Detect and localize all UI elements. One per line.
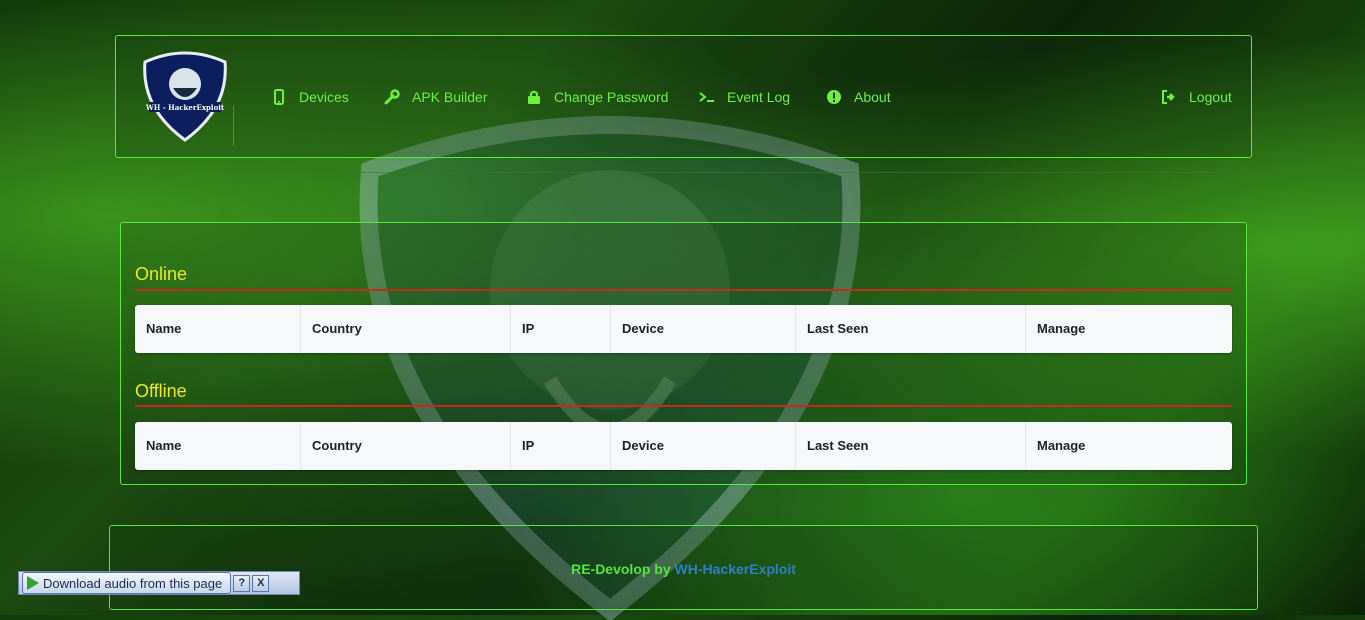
footer: RE-Devolop by WH-HackerExploit xyxy=(109,525,1258,610)
column-header-country[interactable]: Country xyxy=(301,422,511,470)
nav-logout[interactable]: Logout xyxy=(1161,89,1232,105)
nav-change-password-label: Change Password xyxy=(554,89,669,105)
column-header-device[interactable]: Device xyxy=(611,305,796,353)
offline-table-header: Name Country IP Device Last Seen Manage xyxy=(135,422,1232,470)
footer-credit-link[interactable]: WH-HackerExploit xyxy=(675,561,796,577)
header-navbar: WH - HackerExploit Devices APK Builder C… xyxy=(115,35,1252,158)
column-header-name[interactable]: Name xyxy=(135,422,301,470)
column-header-ip[interactable]: IP xyxy=(511,422,611,470)
help-button[interactable]: ? xyxy=(233,574,251,592)
terminal-icon xyxy=(699,89,715,105)
lock-icon xyxy=(526,89,542,105)
offline-title: Offline xyxy=(135,381,187,401)
nav-devices-label: Devices xyxy=(299,89,349,105)
column-header-device[interactable]: Device xyxy=(611,422,796,470)
wrench-icon xyxy=(384,89,400,105)
nav-devices[interactable]: Devices xyxy=(271,89,349,105)
column-header-country[interactable]: Country xyxy=(301,305,511,353)
nav-about[interactable]: About xyxy=(826,89,891,105)
play-icon xyxy=(27,576,39,590)
nav-change-password[interactable]: Change Password xyxy=(526,89,668,105)
footer-credit-text: RE-Devolop by xyxy=(571,561,675,577)
close-button[interactable]: X xyxy=(252,574,270,592)
online-title: Online xyxy=(135,264,188,284)
nav-event-log-label: Event Log xyxy=(727,89,791,105)
column-header-ip[interactable]: IP xyxy=(511,305,611,353)
nav-apk-builder[interactable]: APK Builder xyxy=(384,89,487,105)
download-audio-label: Download audio from this page xyxy=(43,575,223,591)
logo-text: WH - HackerExploit xyxy=(145,103,225,112)
info-icon xyxy=(826,89,842,105)
nav-apk-builder-label: APK Builder xyxy=(412,89,488,105)
online-table-header: Name Country IP Device Last Seen Manage xyxy=(135,305,1232,353)
nav-about-label: About xyxy=(854,89,891,105)
column-header-name[interactable]: Name xyxy=(135,305,301,353)
divider xyxy=(120,172,1247,173)
column-header-last-seen[interactable]: Last Seen xyxy=(796,305,1026,353)
download-audio-bar: Download audio from this page ? X xyxy=(18,571,300,595)
download-audio-button[interactable]: Download audio from this page xyxy=(22,572,232,594)
online-divider xyxy=(135,289,1232,291)
offline-divider xyxy=(135,405,1232,407)
logo[interactable]: WH - HackerExploit xyxy=(141,48,229,143)
logo-divider xyxy=(233,106,234,146)
sign-out-icon xyxy=(1161,89,1177,105)
nav-logout-label: Logout xyxy=(1189,89,1232,105)
column-header-last-seen[interactable]: Last Seen xyxy=(796,422,1026,470)
devices-panel: Online Name Country IP Device Last Seen … xyxy=(120,222,1247,485)
mobile-icon xyxy=(271,89,287,105)
column-header-manage[interactable]: Manage xyxy=(1026,305,1232,353)
column-header-manage[interactable]: Manage xyxy=(1026,422,1232,470)
nav-event-log[interactable]: Event Log xyxy=(699,89,790,105)
